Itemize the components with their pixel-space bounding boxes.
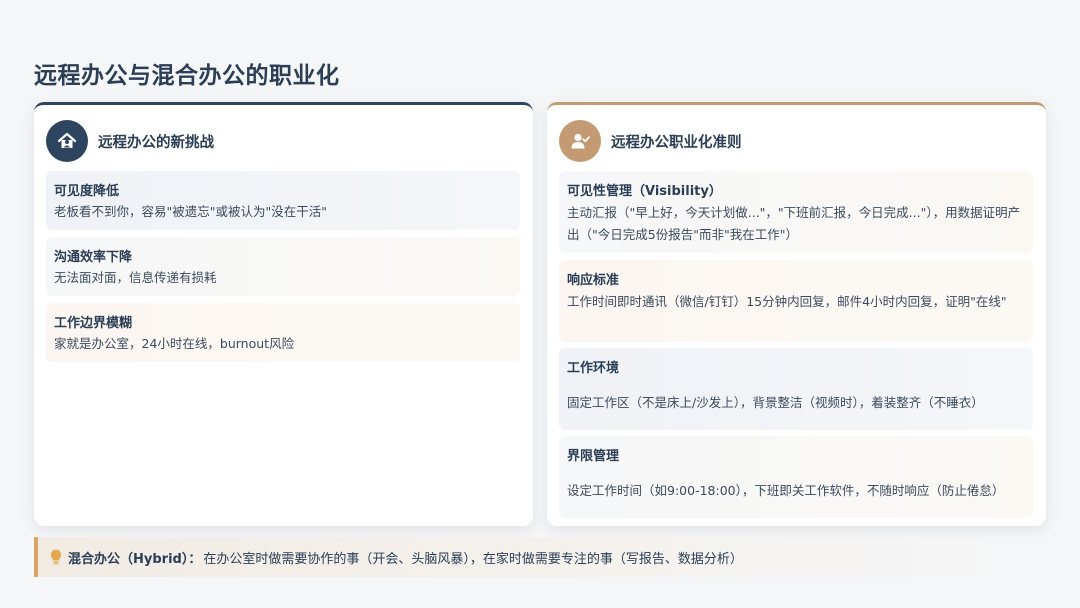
- guideline-item-desc: 主动汇报（"早上好，今天计划做..."，"下班前汇报，今日完成..."），用数据…: [567, 205, 1021, 242]
- challenge-item-visibility: 可见度降低 老板看不到你，容易"被遗忘"或被认为"没在干活": [46, 171, 520, 230]
- challenge-item-heading: 工作边界模糊: [54, 316, 133, 331]
- challenges-card: 远程办公的新挑战 可见度降低 老板看不到你，容易"被遗忘"或被认为"没在干活" …: [34, 102, 533, 526]
- challenges-card-title: 远程办公的新挑战: [98, 134, 214, 151]
- hybrid-tip-bar: 混合办公（Hybrid）： 在办公室时做需要协作的事（开会、头脑风暴），在家时做…: [34, 537, 1046, 577]
- page-title: 远程办公与混合办公的职业化: [34, 63, 340, 89]
- guidelines-card-header: 远程办公职业化准则: [559, 120, 742, 162]
- guideline-item-heading: 响应标准: [567, 273, 620, 288]
- guideline-item-environment: 工作环境 固定工作区（不是床上/沙发上），背景整洁（视频时），着装整齐（不睡衣）: [559, 348, 1033, 430]
- challenge-item-desc: 家就是办公室，24小时在线，burnout风险: [54, 336, 295, 351]
- challenge-item-desc: 老板看不到你，容易"被遗忘"或被认为"没在干活": [54, 204, 327, 219]
- challenge-item-heading: 沟通效率下降: [54, 250, 133, 265]
- hybrid-tip-text: 在办公室时做需要协作的事（开会、头脑风暴），在家时做需要专注的事（写报告、数据分…: [203, 551, 743, 567]
- guideline-item-desc: 工作时间即时通讯（微信/钉钉）15分钟内回复，邮件4小时内回复，证明"在线": [567, 294, 1007, 309]
- guideline-item-boundaries: 界限管理 设定工作时间（如9:00-18:00），下班即关工作软件，不随时响应（…: [559, 436, 1033, 518]
- guideline-item-heading: 界限管理: [567, 449, 620, 464]
- house-user-icon: [46, 120, 88, 162]
- challenges-card-header: 远程办公的新挑战: [46, 120, 214, 162]
- challenge-item-boundaries: 工作边界模糊 家就是办公室，24小时在线，burnout风险: [46, 303, 520, 362]
- guideline-item-heading: 可见性管理（Visibility）: [567, 184, 722, 199]
- guidelines-card-title: 远程办公职业化准则: [611, 134, 742, 151]
- slide: 远程办公与混合办公的职业化 远程办公的新挑战 可见度降低 老板看不到你，容易"被…: [0, 0, 1080, 608]
- challenge-item-communication: 沟通效率下降 无法面对面，信息传递有损耗: [46, 237, 520, 296]
- guideline-item-response: 响应标准 工作时间即时通讯（微信/钉钉）15分钟内回复，邮件4小时内回复，证明"…: [559, 260, 1033, 342]
- lightbulb-icon: [50, 549, 62, 565]
- guidelines-card: 远程办公职业化准则 可见性管理（Visibility） 主动汇报（"早上好，今天…: [547, 102, 1046, 526]
- hybrid-tip-label: 混合办公（Hybrid）：: [68, 551, 202, 567]
- guideline-item-heading: 工作环境: [567, 361, 620, 376]
- challenge-item-desc: 无法面对面，信息传递有损耗: [54, 270, 217, 285]
- guideline-item-desc: 设定工作时间（如9:00-18:00），下班即关工作软件，不随时响应（防止倦怠）: [567, 483, 1005, 498]
- challenge-item-heading: 可见度降低: [54, 184, 120, 199]
- guideline-item-desc: 固定工作区（不是床上/沙发上），背景整洁（视频时），着装整齐（不睡衣）: [567, 395, 984, 410]
- guideline-item-visibility: 可见性管理（Visibility） 主动汇报（"早上好，今天计划做..."，"下…: [559, 171, 1033, 253]
- user-check-icon: [559, 120, 601, 162]
